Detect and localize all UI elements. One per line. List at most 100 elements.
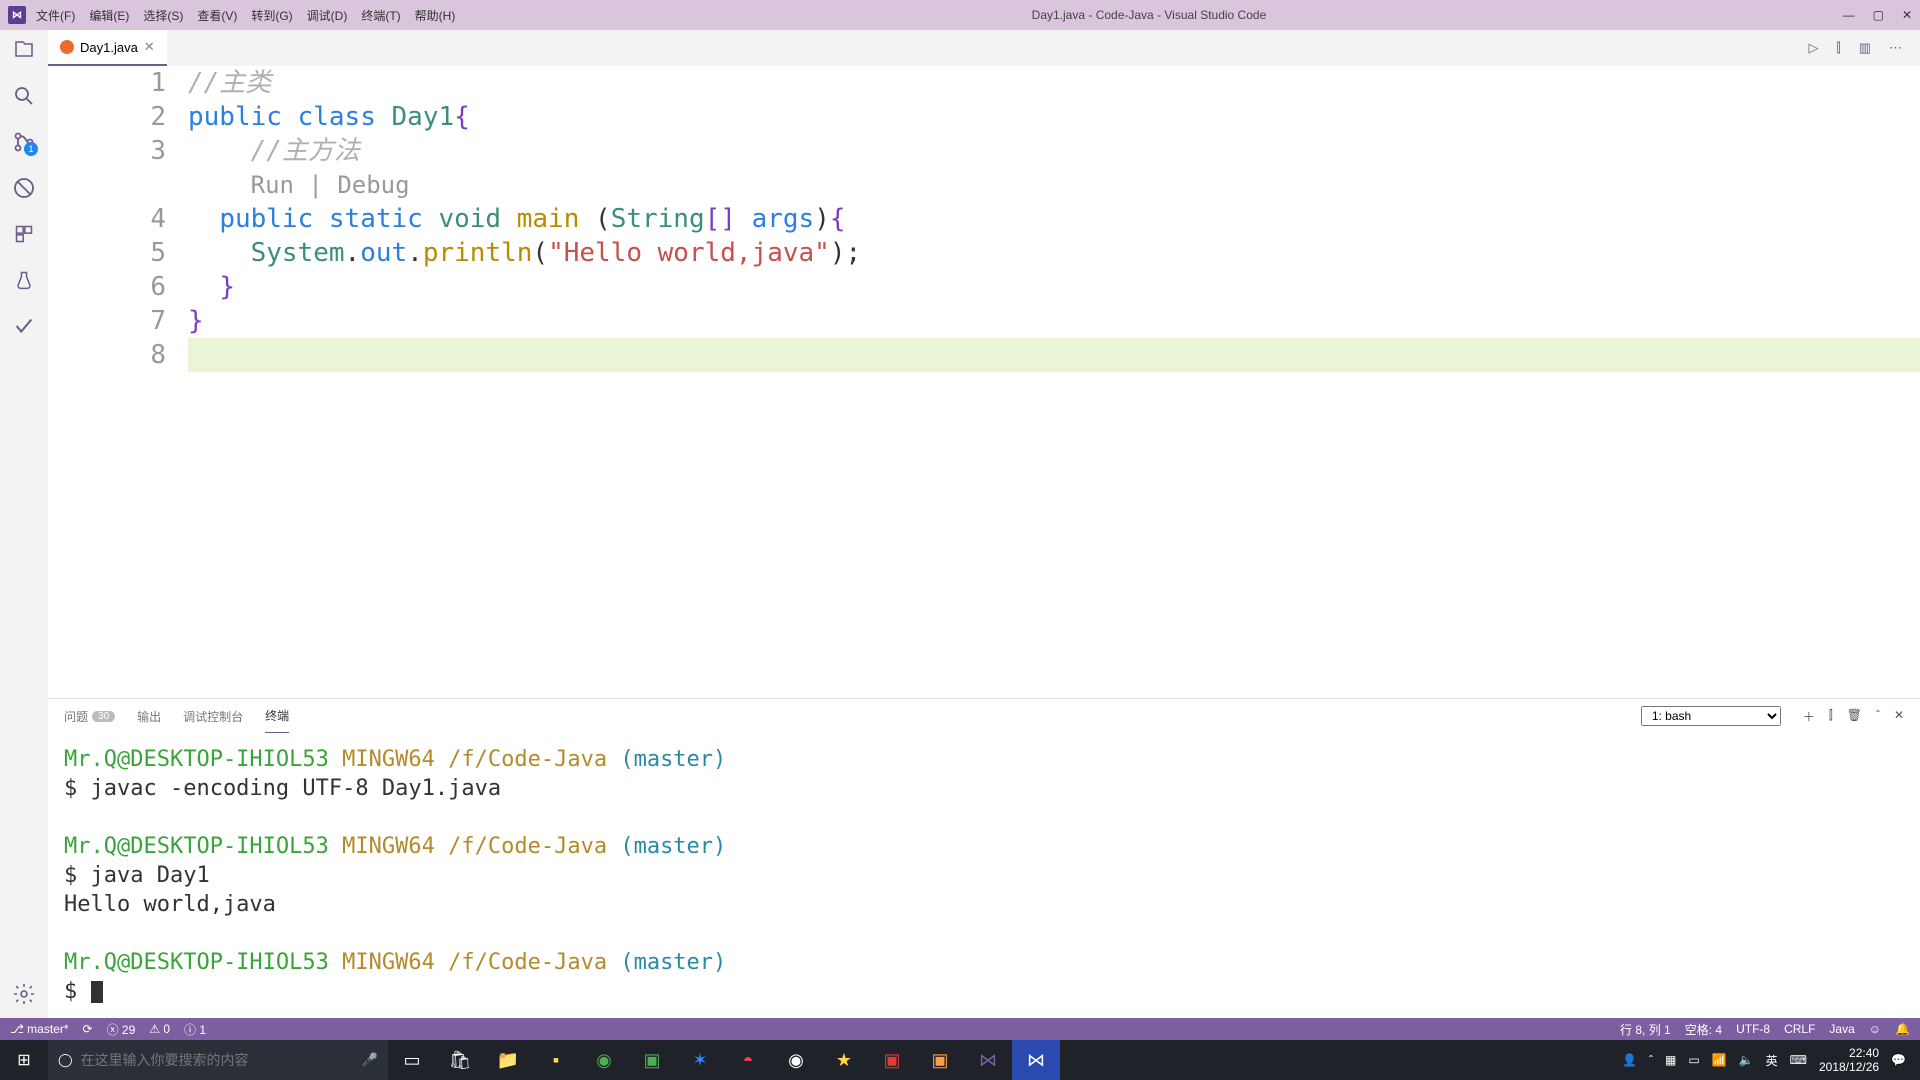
task-view-icon[interactable]: ▭ (388, 1040, 436, 1080)
split-editor-icon[interactable]: ⫿ (1837, 40, 1841, 56)
new-terminal-icon[interactable]: ＋ (1803, 708, 1815, 725)
app-green-icon[interactable]: ▣ (628, 1040, 676, 1080)
taskbar-search-input[interactable] (81, 1052, 354, 1068)
tab-filename: Day1.java (80, 40, 138, 55)
window-title: Day1.java - Code-Java - Visual Studio Co… (455, 8, 1842, 22)
panel-tab-debug-console[interactable]: 调试控制台 (183, 699, 243, 733)
explorer-icon[interactable] (12, 38, 36, 62)
action-center-icon[interactable]: 💬 (1891, 1053, 1906, 1067)
panel-tab-terminal[interactable]: 终端 (265, 699, 289, 733)
menu-goto[interactable]: 转到(G) (251, 7, 292, 24)
cortana-icon: ◯ (58, 1052, 73, 1068)
vscode-logo-icon: ⋈ (8, 6, 26, 24)
taskbar-apps: ▭ 🛍 📁 ▪ ◉ ▣ ✶ ◓ ◉ ★ ▣ ▣ ⋈ ⋈ (388, 1040, 1060, 1080)
terminal-content[interactable]: Mr.Q@DESKTOP-IHIOL53 MINGW64 /f/Code-Jav… (48, 733, 1920, 1018)
menu-terminal[interactable]: 终端(T) (361, 7, 400, 24)
close-panel-icon[interactable]: ✕ (1894, 708, 1904, 725)
start-button[interactable]: ⊞ (0, 1040, 48, 1080)
line-gutter: 12345678 (48, 66, 188, 698)
source-control-icon[interactable]: 1 (12, 130, 36, 154)
file-explorer-icon[interactable]: 📁 (484, 1040, 532, 1080)
taskbar-clock[interactable]: 22:40 2018/12/26 (1819, 1046, 1879, 1074)
mic-icon[interactable]: 🎤 (362, 1052, 378, 1068)
status-indent[interactable]: 空格: 4 (1685, 1021, 1722, 1038)
window-controls: — ▢ ✕ (1843, 8, 1912, 22)
terminal-cursor (91, 981, 103, 1003)
split-terminal-icon[interactable]: ⫿ (1829, 708, 1833, 725)
menu-help[interactable]: 帮助(H) (415, 7, 456, 24)
close-button[interactable]: ✕ (1902, 8, 1912, 22)
adobe-reader-icon[interactable]: ▣ (868, 1040, 916, 1080)
visual-studio-icon[interactable]: ⋈ (964, 1040, 1012, 1080)
sublime-icon[interactable]: ▣ (916, 1040, 964, 1080)
minimize-button[interactable]: — (1843, 8, 1855, 22)
test-icon[interactable] (12, 268, 36, 292)
extensions-icon[interactable] (12, 222, 36, 246)
volume-icon[interactable]: 🔈 (1739, 1053, 1754, 1067)
app-blue-icon[interactable]: ✶ (676, 1040, 724, 1080)
tray-chevron-up-icon[interactable]: ˆ (1649, 1053, 1653, 1067)
vscode-taskbar-icon[interactable]: ⋈ (1012, 1040, 1060, 1080)
panel-tab-problems[interactable]: 问题 30 (64, 699, 115, 733)
editor-actions: ▷ ⫿ ▥ ⋯ (1809, 30, 1920, 66)
wechat-icon[interactable]: ◉ (580, 1040, 628, 1080)
status-bar: ⎇ master* ⟳ ⓧ 29 ⚠ 0 ⓘ 1 行 8, 列 1 空格: 4 … (0, 1018, 1920, 1040)
status-feedback-icon[interactable]: ☺ (1869, 1021, 1881, 1038)
scm-badge: 1 (24, 142, 38, 156)
vivaldi-icon[interactable]: ◓ (724, 1040, 772, 1080)
editor-tabs: Day1.java ✕ ▷ ⫿ ▥ ⋯ (48, 30, 1920, 66)
wifi-icon[interactable]: 📶 (1712, 1053, 1727, 1067)
sticky-notes-icon[interactable]: ▪ (532, 1040, 580, 1080)
status-info[interactable]: ⓘ 1 (184, 1021, 206, 1038)
people-icon[interactable]: 👤 (1622, 1053, 1637, 1067)
activity-bar: 1 (0, 30, 48, 1018)
check-icon[interactable] (12, 314, 36, 338)
window-titlebar: ⋈ 文件(F) 编辑(E) 选择(S) 查看(V) 转到(G) 调试(D) 终端… (0, 0, 1920, 30)
kill-terminal-icon[interactable]: 🗑 (1847, 708, 1862, 725)
menu-bar: 文件(F) 编辑(E) 选择(S) 查看(V) 转到(G) 调试(D) 终端(T… (36, 7, 455, 24)
menu-debug[interactable]: 调试(D) (307, 7, 348, 24)
chrome-icon[interactable]: ◉ (772, 1040, 820, 1080)
code-editor[interactable]: 12345678 //主类public class Day1{ //主方法 Ru… (48, 66, 1920, 698)
java-file-icon (60, 40, 74, 54)
taskbar-search[interactable]: ◯ 🎤 (48, 1040, 388, 1080)
run-icon[interactable]: ▷ (1809, 40, 1819, 56)
status-bell-icon[interactable]: 🔔 (1895, 1021, 1910, 1038)
debug-disabled-icon[interactable] (12, 176, 36, 200)
star-app-icon[interactable]: ★ (820, 1040, 868, 1080)
problems-label: 问题 (64, 708, 88, 725)
code-content[interactable]: //主类public class Day1{ //主方法 Run | Debug… (188, 66, 1920, 698)
status-warnings[interactable]: ⚠ 0 (149, 1022, 170, 1036)
menu-view[interactable]: 查看(V) (197, 7, 237, 24)
ime-mode-icon[interactable]: ⌨ (1790, 1053, 1807, 1067)
terminal-selector[interactable]: 1: bash (1641, 706, 1781, 726)
status-line-col[interactable]: 行 8, 列 1 (1620, 1021, 1671, 1038)
menu-file[interactable]: 文件(F) (36, 7, 75, 24)
panel-tabs: 问题 30 输出 调试控制台 终端 1: bash ＋ ⫿ 🗑 ˆ ✕ (48, 699, 1920, 733)
status-errors[interactable]: ⓧ 29 (107, 1021, 136, 1038)
layout-icon[interactable]: ▥ (1859, 40, 1871, 56)
problems-count-badge: 30 (92, 711, 115, 722)
bottom-panel: 问题 30 输出 调试控制台 终端 1: bash ＋ ⫿ 🗑 ˆ ✕ Mr (48, 698, 1920, 1018)
tab-close-icon[interactable]: ✕ (144, 39, 155, 55)
status-language[interactable]: Java (1829, 1021, 1854, 1038)
maximize-button[interactable]: ▢ (1873, 8, 1884, 22)
store-icon[interactable]: 🛍 (436, 1040, 484, 1080)
windows-taskbar: ⊞ ◯ 🎤 ▭ 🛍 📁 ▪ ◉ ▣ ✶ ◓ ◉ ★ ▣ ▣ ⋈ ⋈ 👤 ˆ ▦ … (0, 1040, 1920, 1080)
status-branch[interactable]: ⎇ master* (10, 1022, 69, 1036)
search-icon[interactable] (12, 84, 36, 108)
menu-edit[interactable]: 编辑(E) (89, 7, 129, 24)
status-sync-icon[interactable]: ⟳ (83, 1022, 93, 1036)
settings-gear-icon[interactable] (12, 982, 36, 1006)
more-actions-icon[interactable]: ⋯ (1889, 40, 1902, 56)
tab-day1-java[interactable]: Day1.java ✕ (48, 30, 167, 66)
panel-tab-output[interactable]: 输出 (137, 699, 161, 733)
status-encoding[interactable]: UTF-8 (1736, 1021, 1770, 1038)
maximize-panel-icon[interactable]: ˆ (1876, 708, 1880, 725)
tray-app-icon[interactable]: ▦ (1665, 1053, 1676, 1067)
panel-actions: ＋ ⫿ 🗑 ˆ ✕ (1803, 708, 1904, 725)
menu-select[interactable]: 选择(S) (143, 7, 183, 24)
status-eol[interactable]: CRLF (1784, 1021, 1815, 1038)
battery-icon[interactable]: ▭ (1688, 1053, 1699, 1067)
ime-icon[interactable]: 英 (1766, 1052, 1778, 1069)
